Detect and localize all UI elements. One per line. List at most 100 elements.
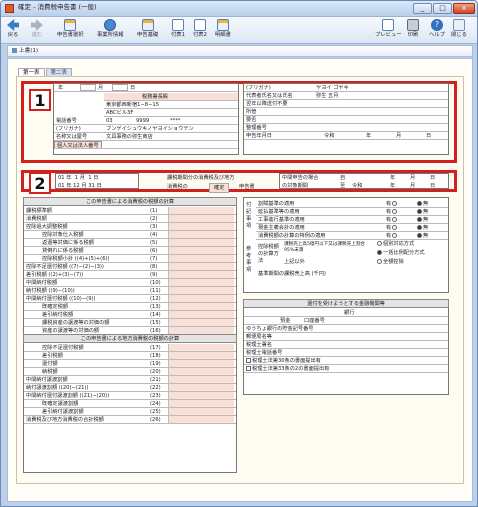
forward-button[interactable]: 進む <box>31 19 43 38</box>
method2[interactable]: 一括比例配分方式 <box>376 249 425 257</box>
year-field[interactable] <box>80 84 96 91</box>
appendix1-button[interactable]: 付表1 <box>171 19 185 38</box>
calc-row-14-amount[interactable] <box>168 311 234 318</box>
calc-row-22-amount[interactable] <box>168 384 234 391</box>
tel1[interactable]: 03 <box>106 117 113 124</box>
kind-value[interactable]: 確定 <box>209 183 230 193</box>
yes-option[interactable]: 有 <box>386 208 398 215</box>
calc-row-24-label: 既確定譲渡割額 <box>42 401 79 407</box>
calc-row-9-amount[interactable] <box>168 271 234 278</box>
rep-furigana-label: (フリガナ) <box>246 85 271 91</box>
calc-row-23-amount[interactable] <box>168 392 234 399</box>
calc-row-21-amount[interactable] <box>168 376 234 383</box>
rep-name[interactable]: 弥生 五月 <box>316 92 338 99</box>
preview-button[interactable]: プレビュー <box>375 19 402 38</box>
calc-row-15-amount[interactable] <box>168 319 234 326</box>
calc-row-22: 納付譲渡割額 ((20)−(21)) (22) <box>24 384 236 392</box>
pfm[interactable]: 1 <box>75 175 78 181</box>
calc-row-11-amount[interactable] <box>168 287 234 294</box>
calc-row-15: 課税資産の譲渡等の対価の額 (15) <box>24 319 236 327</box>
method3[interactable]: 全額控除 <box>376 258 404 266</box>
no-option[interactable]: 無 <box>416 200 428 207</box>
yes-option[interactable]: 有 <box>386 216 398 223</box>
calc-row-10-amount[interactable] <box>168 279 234 286</box>
radio-icon <box>377 241 382 246</box>
yes-option[interactable]: 有 <box>386 224 398 231</box>
tel2[interactable]: 9999 <box>136 117 149 124</box>
basis-button[interactable]: 申告基礎 <box>137 19 158 38</box>
calc-row-13-amount[interactable] <box>168 303 234 310</box>
law30-label: 税理士法第30条の書面提出有 <box>252 358 321 364</box>
mynumber-button[interactable]: 個人又は法人番号 <box>54 141 102 148</box>
no-option[interactable]: 無 <box>416 232 428 239</box>
calc-row-6-label: 貸倒れに係る税額 <box>42 248 84 254</box>
note-row-5: 消費税額の計算の特例の適用 有 無 <box>256 232 448 240</box>
calc-row-18-amount[interactable] <box>168 352 234 359</box>
bank-title: 還付を受けようとする金融機関等 <box>243 299 449 308</box>
no-option[interactable]: 無 <box>416 216 428 223</box>
rep-furigana[interactable]: ヤヨイ ゴヤキ <box>316 84 349 91</box>
law33-row[interactable]: 税理士法第33条の2の書面提出有 <box>244 365 448 373</box>
radio-icon <box>392 209 398 214</box>
calc-row-2-amount[interactable] <box>168 215 234 222</box>
calc-row-1-amount[interactable] <box>168 207 234 214</box>
calc-row-7-amount[interactable] <box>168 255 234 262</box>
back-button[interactable]: 戻る <box>7 19 19 38</box>
printer-icon <box>407 19 419 31</box>
minimize-button[interactable]: _ <box>413 3 432 14</box>
statement-label: 明細書 <box>215 32 231 38</box>
calc-row-12-amount[interactable] <box>168 295 234 302</box>
no-option[interactable]: 無 <box>416 224 428 231</box>
calc-row-18-no: (18) <box>150 353 161 359</box>
calc-row-24-amount[interactable] <box>168 400 234 407</box>
calc-row-20-amount[interactable] <box>168 368 234 375</box>
rep-label: 代表者氏名又は氏名 <box>246 93 293 99</box>
name-value[interactable]: 文具事務の弥生商店 <box>106 133 153 140</box>
help-button[interactable]: ? ヘルプ <box>429 19 445 38</box>
office-info-button[interactable]: 事業所情報 <box>97 19 124 38</box>
no-option[interactable]: 無 <box>416 208 428 215</box>
appendix2-label: 付表2 <box>193 32 207 38</box>
calc-row-3-amount[interactable] <box>168 223 234 230</box>
calc-row-14: 差引納付税額 (14) <box>24 311 236 319</box>
calc-row-18-label: 差引税額 <box>42 353 63 359</box>
ptm[interactable]: 12 <box>73 183 80 189</box>
no-mail-row: 翌年以降送付不要 <box>244 100 448 108</box>
ptd[interactable]: 31 <box>88 183 95 189</box>
fd-month: 月 <box>396 133 402 139</box>
main-panel: 第一表 第二表 1 年 月 日 税務署長殿 東京都西新宿1−8−15 ABCビル3… <box>7 58 473 502</box>
appendix2-button[interactable]: 付表2 <box>193 19 207 38</box>
yes-label: 有 <box>386 217 392 223</box>
ref-no-label: 整理番号 <box>246 125 267 131</box>
calc-row-25-amount[interactable] <box>168 408 234 415</box>
print-button[interactable]: 印刷 <box>407 19 419 38</box>
app-window: 確定 - 消費税申告書 (一般) _ □ x 戻る 進む 申告書選択 事業所情報… <box>0 0 478 507</box>
method1[interactable]: 個別対応方式 <box>376 240 414 248</box>
calc-row-4-label: 控除対象仕入税額 <box>42 232 84 238</box>
close-button[interactable]: x <box>453 3 475 14</box>
month-field[interactable] <box>112 84 128 91</box>
form-select-button[interactable]: 申告書選択 <box>57 19 84 38</box>
bank-table: 還付を受けようとする金融機関等 銀行 預金 口座番号 ゆうちょ銀行の貯金記号番号 … <box>243 299 449 395</box>
calc-row-17-amount[interactable] <box>168 344 234 351</box>
pfd[interactable]: 1 <box>88 175 91 181</box>
calc-row-19-no: (19) <box>150 361 161 367</box>
calc-row-26-amount[interactable] <box>168 416 234 423</box>
statement-button[interactable]: 明細書 <box>215 19 231 38</box>
calc-row-12-label: 中間納付還付税額 ((10)−(9)) <box>26 296 96 302</box>
tel3[interactable]: **** <box>170 117 180 124</box>
calc-row-8-amount[interactable] <box>168 263 234 270</box>
calc-row-24: 既確定譲渡割額 (24) <box>24 400 236 408</box>
exit-button[interactable]: 閉じる <box>451 19 467 38</box>
yes-option[interactable]: 有 <box>386 200 398 207</box>
yes-option[interactable]: 有 <box>386 232 398 239</box>
calc-row-7: 控除税額小計 ((4)+(5)+(6)) (7) <box>24 255 236 263</box>
calc-row-19-amount[interactable] <box>168 360 234 367</box>
law30-row[interactable]: 税理士法第30条の書面提出有 <box>244 357 448 365</box>
furigana-value[interactable]: ブンゲイシュウキノヤヨイショウテン <box>106 125 194 132</box>
calc-row-4-amount[interactable] <box>168 231 234 238</box>
calc-row-6-amount[interactable] <box>168 247 234 254</box>
calc-row-5-amount[interactable] <box>168 239 234 246</box>
mid-from: 自 <box>340 175 346 181</box>
maximize-button[interactable]: □ <box>433 3 452 14</box>
